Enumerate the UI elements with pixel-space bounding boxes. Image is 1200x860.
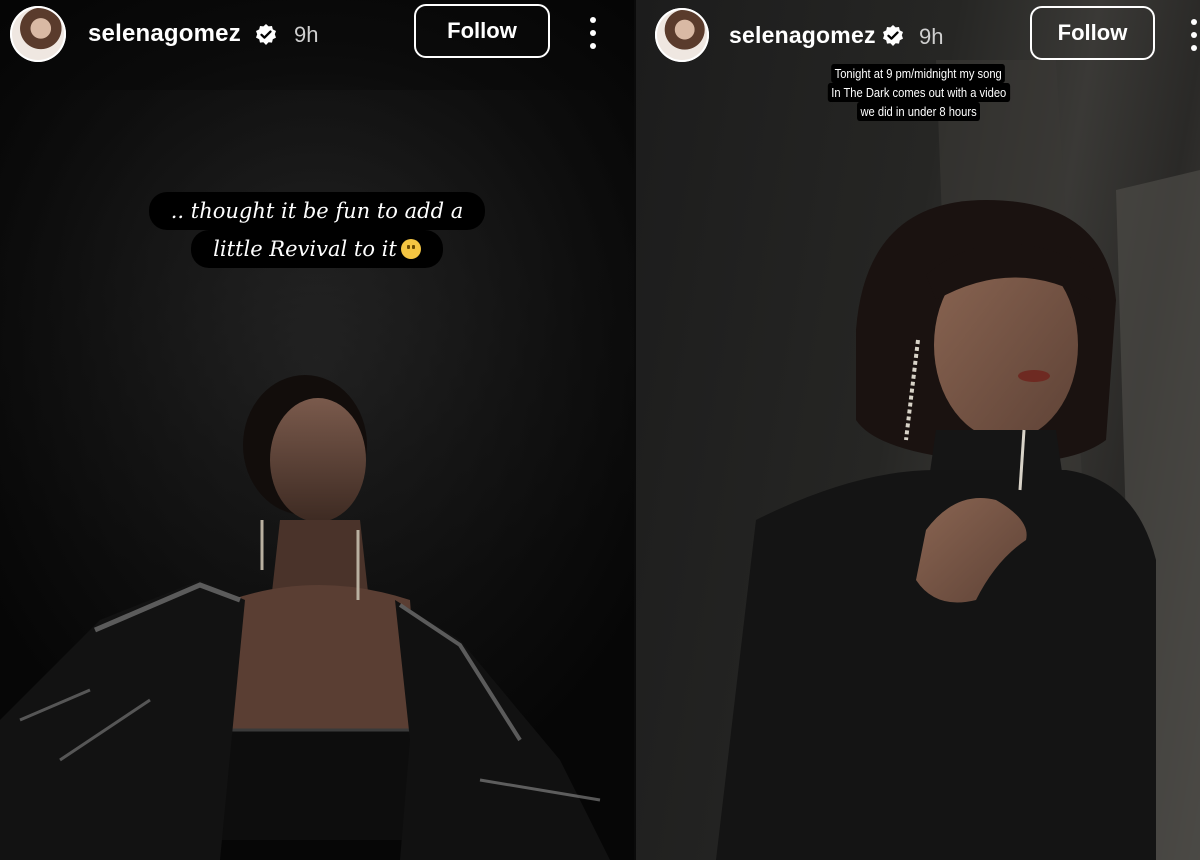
verified-badge-icon (883, 25, 903, 46)
story-header: selenagomez 9h Follow (636, 0, 1200, 70)
caption-line-3: we did in under 8 hours (856, 102, 981, 121)
more-options-icon[interactable] (1188, 17, 1200, 53)
post-time: 9h (919, 24, 944, 49)
story-panel-right[interactable]: selenagomez 9h Follow Tonight at 9 pm/mi… (636, 0, 1200, 860)
username[interactable]: selenagomez (729, 22, 876, 49)
caption-line-2: In The Dark comes out with a video (827, 83, 1010, 102)
story-panel-left[interactable]: selenagomez 9h Follow .. thought it be f… (0, 0, 634, 860)
verified-badge-icon (256, 24, 276, 45)
story-photo-right (716, 60, 1200, 860)
story-photo-left (0, 90, 634, 860)
caption-line-1: Tonight at 9 pm/midnight my song (831, 64, 1006, 83)
profile-avatar[interactable] (655, 8, 709, 62)
story-caption: .. thought it be fun to add a little Rev… (0, 192, 634, 268)
profile-avatar[interactable] (10, 6, 66, 62)
story-caption: Tonight at 9 pm/midnight my song In The … (636, 64, 1200, 121)
slightly-smiling-face-emoji (400, 239, 421, 259)
caption-line-2-text: little Revival to it (213, 237, 397, 261)
follow-button[interactable]: Follow (414, 4, 550, 58)
username[interactable]: selenagomez (88, 20, 241, 48)
more-options-icon[interactable] (587, 15, 599, 51)
caption-line-2: little Revival to it (191, 230, 443, 268)
follow-button[interactable]: Follow (1030, 6, 1155, 60)
caption-line-1: .. thought it be fun to add a (148, 192, 486, 230)
story-header: selenagomez 9h Follow (0, 0, 634, 70)
post-time: 9h (294, 22, 319, 47)
